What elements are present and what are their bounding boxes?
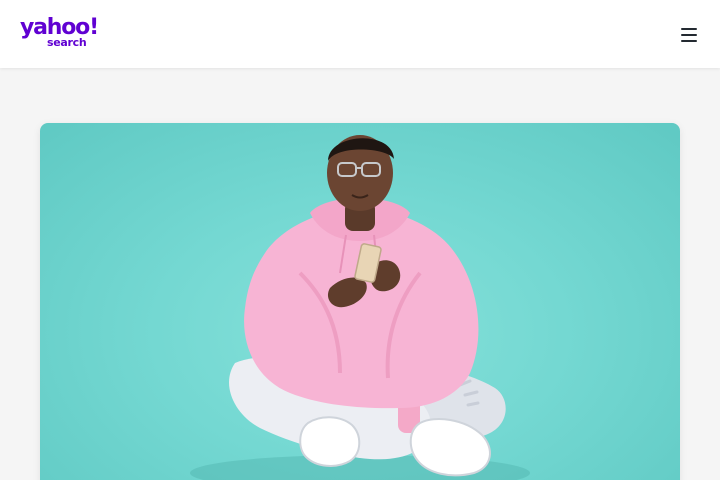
left-sneaker [299,416,361,467]
logo-subtitle: search [47,36,87,49]
hero-image-card [40,123,680,480]
hamburger-menu-icon[interactable] [676,22,702,48]
yahoo-search-logo[interactable]: yahoo! search [20,16,100,50]
top-header: yahoo! search [0,0,720,68]
hero-illustration [190,135,530,480]
